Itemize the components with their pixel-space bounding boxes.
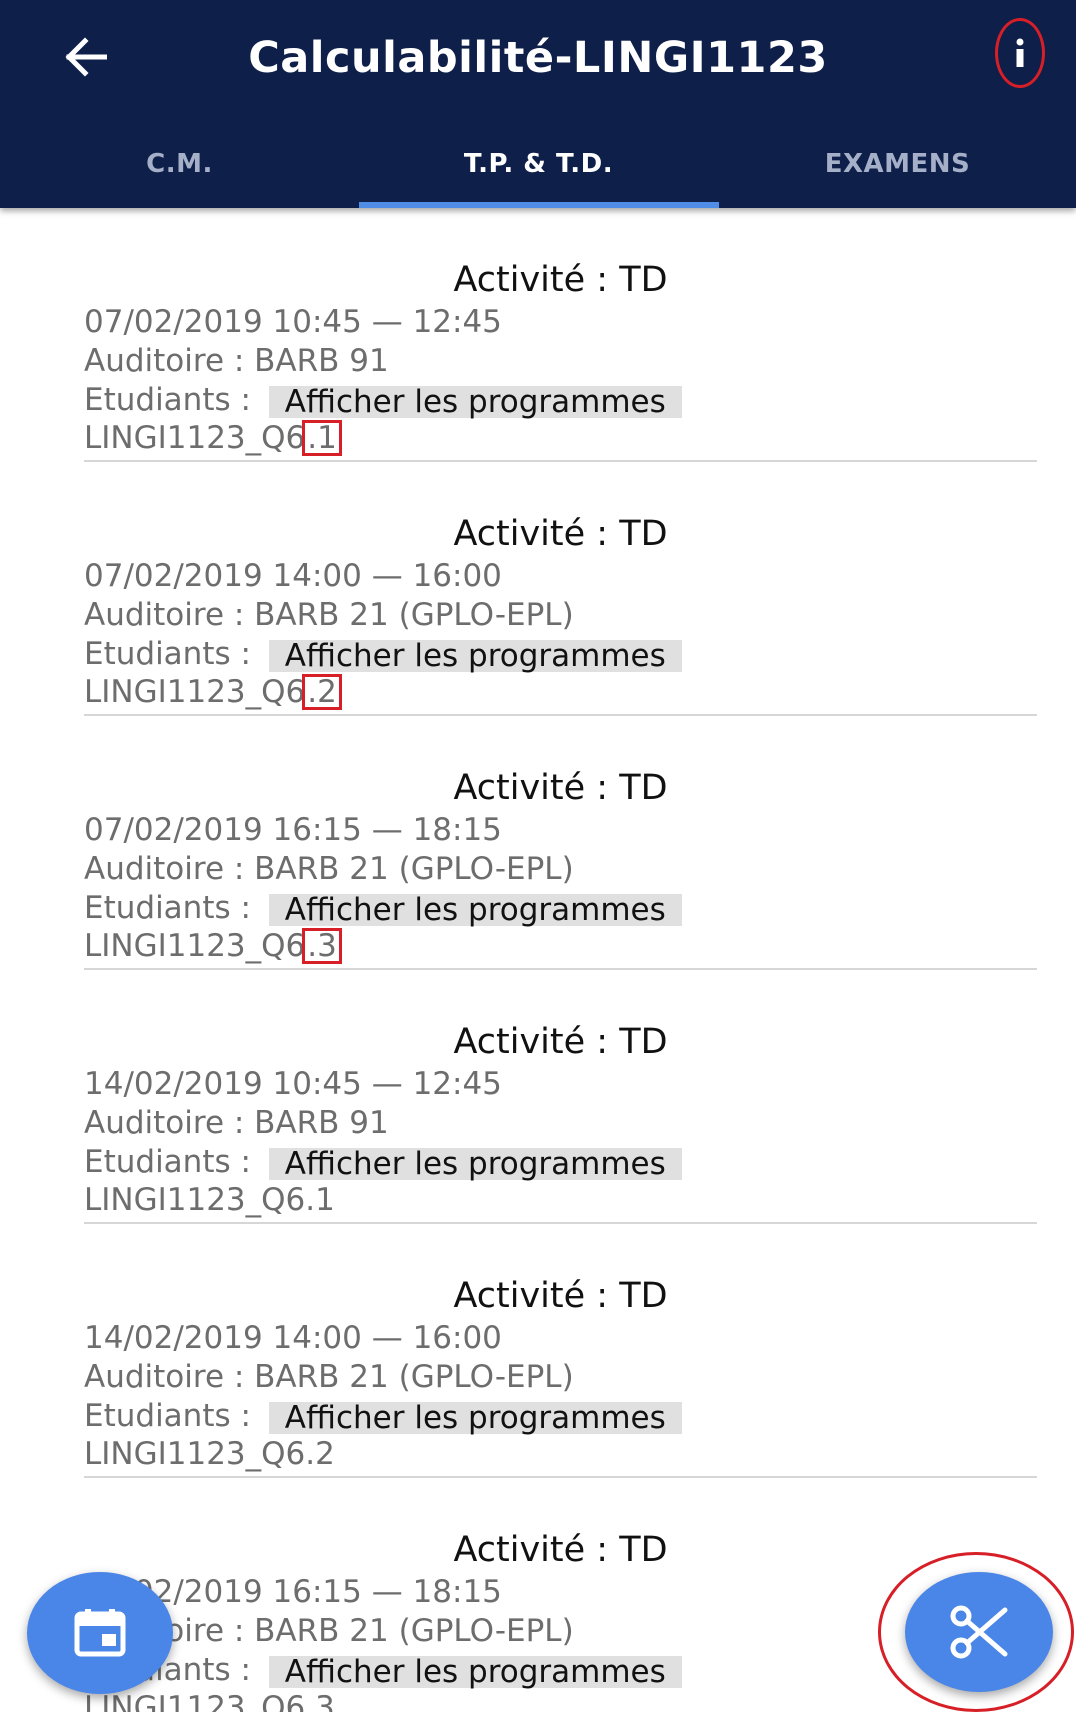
students-label: Etudiants : [84, 890, 251, 926]
activity-type: Activité : TD [453, 1276, 668, 1316]
students-label: Etudiants : [84, 382, 251, 418]
group-code: LINGI1123_Q6.3 [84, 1690, 335, 1712]
students-row: Etudiants : Afficher les programmes [84, 1144, 682, 1180]
group-code-suffix-highlighted: .2 [302, 674, 342, 710]
session-datetime: 07/02/2019 16:15 — 18:15 [84, 812, 502, 848]
students-label: Etudiants : [84, 1144, 251, 1180]
students-label: Etudiants : [84, 636, 251, 672]
group-code-prefix: LINGI1123_Q6 [84, 420, 306, 456]
group-code-prefix: LINGI1123_Q6 [84, 928, 306, 964]
group-code-prefix: LINGI1123_Q6 [84, 1436, 306, 1472]
show-programs-button[interactable]: Afficher les programmes [268, 639, 682, 672]
students-row: Etudiants : Afficher les programmes [84, 382, 682, 418]
activity-type: Activité : TD [453, 514, 668, 554]
session-room: Auditoire : BARB 21 (GPLO-EPL) [84, 851, 574, 887]
calendar-fab-button[interactable] [27, 1572, 173, 1694]
session-card: Activité : TD 14/02/2019 16:15 — 18:15 A… [84, 1478, 1037, 1712]
group-code: LINGI1123_Q6.3 [84, 928, 342, 964]
students-label: Etudiants : [84, 1398, 251, 1434]
show-programs-button[interactable]: Afficher les programmes [268, 1655, 682, 1688]
group-code-suffix: .3 [305, 1690, 335, 1712]
session-room: Auditoire : BARB 91 [84, 1105, 389, 1141]
tab-indicator [359, 202, 719, 208]
show-programs-button[interactable]: Afficher les programmes [268, 1147, 682, 1180]
session-room: Auditoire : BARB 21 (GPLO-EPL) [84, 597, 574, 633]
session-datetime: 07/02/2019 14:00 — 16:00 [84, 558, 502, 594]
info-icon [1016, 38, 1024, 67]
group-code-prefix: LINGI1123_Q6 [84, 1182, 306, 1218]
back-button[interactable] [50, 22, 120, 92]
group-code: LINGI1123_Q6.2 [84, 1436, 335, 1472]
activity-type: Activité : TD [453, 260, 668, 300]
activity-type: Activité : TD [453, 1530, 668, 1570]
group-code-prefix: LINGI1123_Q6 [84, 1690, 306, 1712]
session-datetime: 14/02/2019 10:45 — 12:45 [84, 1066, 502, 1102]
session-card: Activité : TD 14/02/2019 14:00 — 16:00 A… [84, 1224, 1037, 1478]
show-programs-button[interactable]: Afficher les programmes [268, 1401, 682, 1434]
activity-type: Activité : TD [453, 768, 668, 808]
show-programs-button[interactable]: Afficher les programmes [268, 893, 682, 926]
page-title: Calculabilité-LINGI1123 [248, 33, 828, 83]
session-room: Auditoire : BARB 91 [84, 343, 389, 379]
app-bar: Calculabilité-LINGI1123 C.M. T.P. & T.D.… [0, 0, 1076, 208]
session-card: Activité : TD 07/02/2019 10:45 — 12:45 A… [84, 208, 1037, 462]
group-code-suffix-highlighted: .1 [302, 420, 342, 456]
session-datetime: 07/02/2019 10:45 — 12:45 [84, 304, 502, 340]
tab-bar: C.M. T.P. & T.D. EXAMENS [0, 120, 1076, 208]
session-card: Activité : TD 14/02/2019 10:45 — 12:45 A… [84, 970, 1037, 1224]
show-programs-button[interactable]: Afficher les programmes [268, 385, 682, 418]
group-code-suffix-highlighted: .3 [302, 928, 342, 964]
session-room: Auditoire : BARB 21 (GPLO-EPL) [84, 1359, 574, 1395]
arrow-left-icon [65, 37, 107, 77]
session-card: Activité : TD 07/02/2019 14:00 — 16:00 A… [84, 462, 1037, 716]
info-button[interactable] [995, 18, 1045, 88]
scissors-icon [950, 1605, 1008, 1659]
session-card: Activité : TD 07/02/2019 16:15 — 18:15 A… [84, 716, 1037, 970]
activity-type: Activité : TD [453, 1022, 668, 1062]
group-code: LINGI1123_Q6.1 [84, 420, 342, 456]
tab-tp-td[interactable]: T.P. & T.D. [359, 120, 718, 208]
students-row: Etudiants : Afficher les programmes [84, 890, 682, 926]
group-code: LINGI1123_Q6.1 [84, 1182, 335, 1218]
group-code: LINGI1123_Q6.2 [84, 674, 342, 710]
group-code-prefix: LINGI1123_Q6 [84, 674, 306, 710]
students-row: Etudiants : Afficher les programmes [84, 636, 682, 672]
session-datetime: 14/02/2019 14:00 — 16:00 [84, 1320, 502, 1356]
students-row: Etudiants : Afficher les programmes [84, 1652, 682, 1688]
students-row: Etudiants : Afficher les programmes [84, 1398, 682, 1434]
scissors-fab-button[interactable] [905, 1572, 1053, 1692]
group-code-suffix: .2 [305, 1436, 335, 1472]
tab-cm[interactable]: C.M. [0, 120, 359, 208]
tab-examens[interactable]: EXAMENS [718, 120, 1076, 208]
group-code-suffix: .1 [305, 1182, 335, 1218]
calendar-icon [74, 1609, 126, 1657]
